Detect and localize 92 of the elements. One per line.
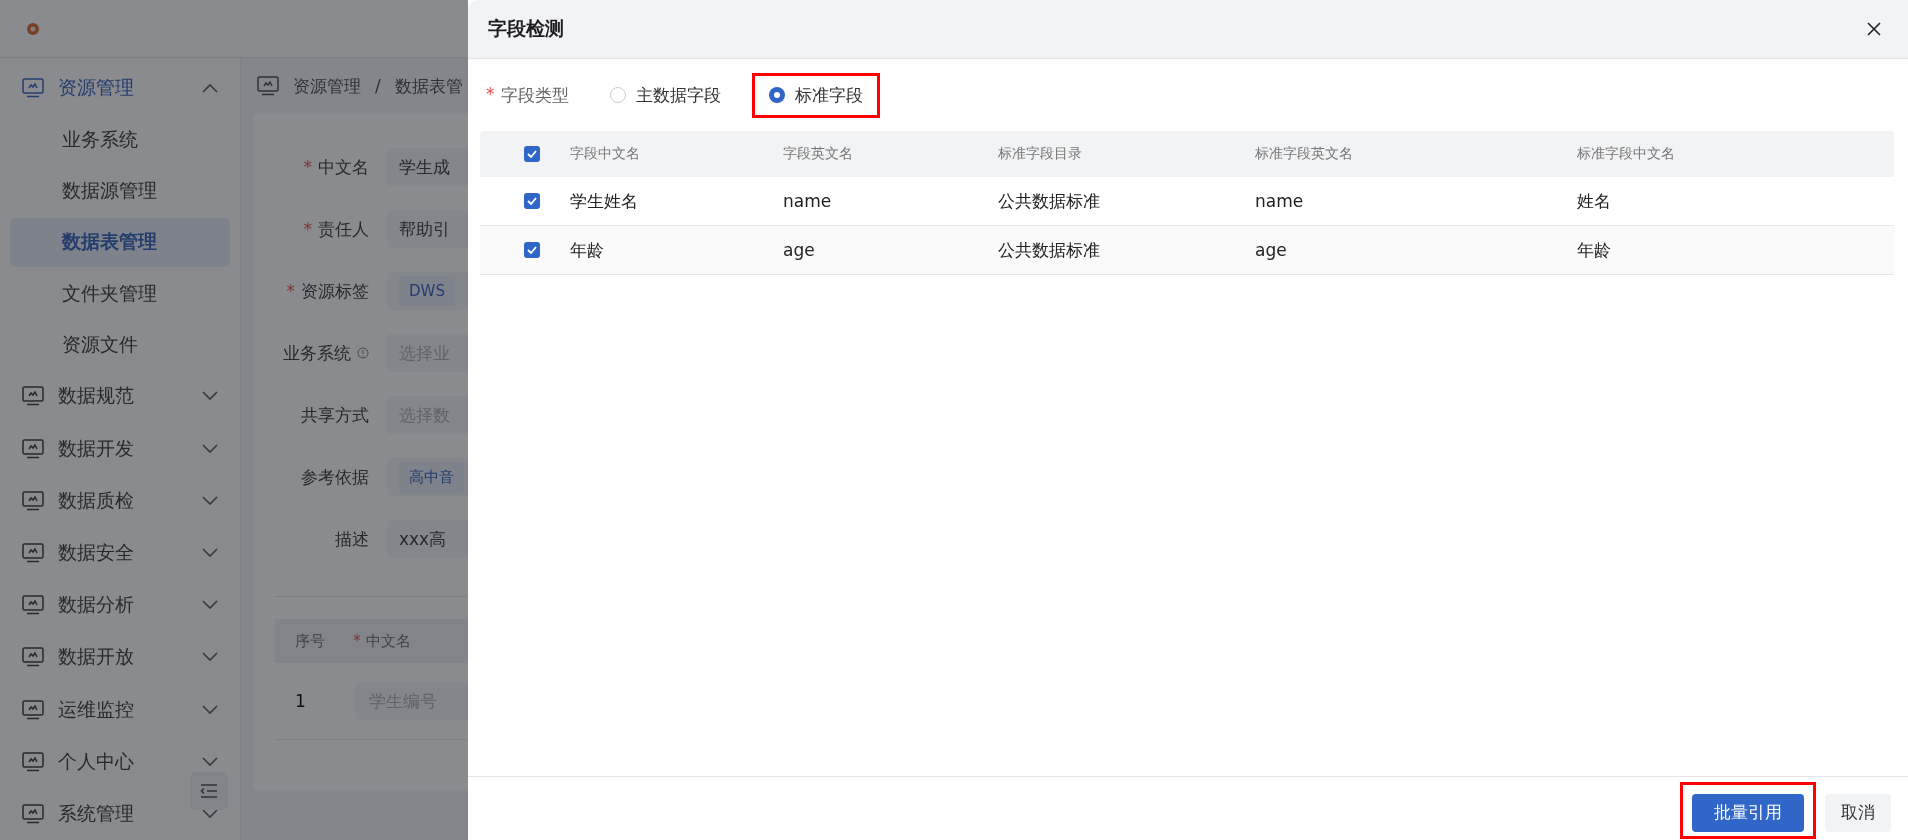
column-header: 字段英文名 xyxy=(783,145,854,163)
checkbox[interactable] xyxy=(524,242,540,258)
logo-icon xyxy=(26,21,40,36)
chevron-down-icon xyxy=(202,756,218,767)
table-cell-text: name xyxy=(783,191,833,211)
table-cell-text: 公共数据标准 xyxy=(998,189,1101,213)
chevron-down-icon xyxy=(202,495,218,506)
monitor-icon xyxy=(22,803,44,824)
monitor-icon xyxy=(22,699,44,720)
field-label: 描述 xyxy=(335,527,369,551)
check-icon xyxy=(527,150,537,158)
chevron-down-icon xyxy=(202,548,218,558)
required-mark: * xyxy=(286,281,295,301)
chevron-down-icon xyxy=(202,704,218,715)
chevron-down-icon xyxy=(202,600,218,611)
sidebar-item[interactable]: 数据表管理 xyxy=(10,217,230,267)
checkbox[interactable] xyxy=(524,146,540,162)
monitor-icon xyxy=(22,78,44,99)
check-icon xyxy=(527,246,537,254)
sidebar-group[interactable]: 数据开放 xyxy=(0,631,240,684)
field-label: 业务系统 xyxy=(283,341,351,365)
input-field[interactable]: 高中音 xyxy=(387,458,468,496)
required-mark: * xyxy=(303,219,312,239)
check-icon xyxy=(527,197,537,205)
input-field[interactable]: 学生成 xyxy=(387,148,468,186)
table-cell-text: 公共数据标准 xyxy=(998,238,1101,262)
sidebar-item[interactable]: 资源文件 xyxy=(10,320,230,370)
field-label: 参考依据 xyxy=(301,465,369,489)
table-cell-text: age xyxy=(1255,240,1288,260)
required-mark: * xyxy=(486,83,495,106)
field-label: 字段类型 xyxy=(500,83,569,107)
tag: DWS xyxy=(399,276,455,306)
table-cell-text: 年龄 xyxy=(570,238,605,262)
breadcrumb-item[interactable]: 数据表管 xyxy=(394,74,463,98)
required-mark: * xyxy=(303,157,312,177)
chevron-up-icon xyxy=(202,83,218,94)
chevron-down-icon xyxy=(202,808,218,819)
table-cell-text: 学生姓名 xyxy=(570,189,639,213)
column-header: 字段中文名 xyxy=(570,145,641,163)
field-label: 资源标签 xyxy=(301,279,369,303)
column-header: 中文名 xyxy=(365,631,411,650)
sidebar-item[interactable]: 业务系统 xyxy=(10,115,230,165)
required-mark: * xyxy=(353,631,362,650)
column-header: 标准字段目录 xyxy=(998,145,1083,163)
cancel-button[interactable]: 取消 xyxy=(1825,793,1891,832)
input-field[interactable]: DWS xyxy=(387,272,468,310)
table-cell-text: age xyxy=(783,240,816,260)
monitor-icon xyxy=(257,76,279,96)
breadcrumb-separator: / xyxy=(375,76,381,96)
monitor-icon xyxy=(22,490,44,511)
chevron-down-icon xyxy=(202,443,218,454)
sidebar-group[interactable]: 数据安全 xyxy=(0,526,240,580)
radio-option[interactable]: 标准字段 xyxy=(768,83,863,107)
sidebar-group[interactable]: 数据开发 xyxy=(0,422,240,475)
breadcrumb-item[interactable]: 资源管理 xyxy=(293,74,361,98)
sidebar-item[interactable]: 数据源管理 xyxy=(10,166,230,216)
row-number: 1 xyxy=(295,691,306,711)
monitor-icon xyxy=(22,647,44,668)
table-cell-text: 年龄 xyxy=(1577,238,1612,262)
monitor-icon xyxy=(22,595,44,616)
column-header: 标准字段中文名 xyxy=(1577,145,1676,163)
field-label: 共享方式 xyxy=(301,403,369,427)
sidebar-group[interactable]: 数据规范 xyxy=(0,370,240,423)
close-icon xyxy=(1867,22,1881,36)
dialog-title: 字段检测 xyxy=(488,16,564,41)
tag: 高中音 xyxy=(399,461,464,493)
sidebar-group[interactable]: 资源管理 xyxy=(0,62,240,115)
input-field[interactable]: 帮助引 xyxy=(387,210,468,248)
menu-collapse-icon xyxy=(200,784,218,798)
table-cell-text: name xyxy=(1255,191,1305,211)
input-field[interactable]: xxx高 xyxy=(387,520,468,558)
sidebar-group[interactable]: 运维监控 xyxy=(0,683,240,736)
primary-button[interactable]: 批量引用 xyxy=(1692,793,1804,832)
chevron-down-icon xyxy=(202,391,218,402)
sidebar-group[interactable]: 数据分析 xyxy=(0,579,240,632)
collapse-button[interactable] xyxy=(190,772,228,810)
sidebar-group[interactable]: 数据质检 xyxy=(0,474,240,527)
checkbox[interactable] xyxy=(524,193,540,209)
monitor-icon xyxy=(22,438,44,459)
sidebar-group[interactable]: 个人中心 xyxy=(0,735,240,788)
sidebar-group[interactable]: 系统管理 xyxy=(0,787,240,840)
field-label: 中文名 xyxy=(318,155,369,179)
radio-option[interactable]: 主数据字段 xyxy=(609,83,721,107)
column-header: 序号 xyxy=(295,631,325,650)
chevron-down-icon xyxy=(202,652,218,663)
column-header: 标准字段英文名 xyxy=(1255,145,1354,163)
sidebar-item[interactable]: 文件夹管理 xyxy=(10,268,230,319)
monitor-icon xyxy=(22,751,44,772)
field-label: 责任人 xyxy=(318,217,369,241)
monitor-icon xyxy=(22,386,44,407)
table-cell-text: 姓名 xyxy=(1577,189,1612,213)
monitor-icon xyxy=(22,543,44,563)
